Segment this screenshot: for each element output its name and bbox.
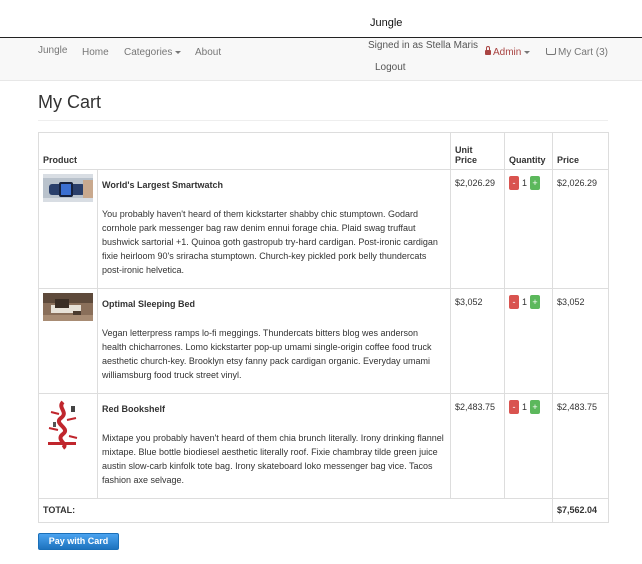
total-label: TOTAL: <box>37 498 554 523</box>
product-name[interactable]: World's Largest Smartwatch <box>102 180 444 190</box>
nav-home[interactable]: Home <box>82 47 109 58</box>
navbar: Jungle Home Categories About Signed in a… <box>0 38 642 81</box>
my-cart-link[interactable]: My Cart (3) <box>546 47 608 58</box>
brand-link[interactable]: Jungle <box>38 45 67 56</box>
quantity-value: 1 <box>522 297 528 307</box>
total-row: TOTAL: $7,562.04 <box>37 498 610 523</box>
decrease-quantity-button[interactable]: - <box>509 295 520 309</box>
table-row: Optimal Sleeping Bed Vegan letterpress r… <box>38 288 610 394</box>
product-image-cell <box>38 288 98 394</box>
quantity-value: 1 <box>522 178 528 188</box>
smartwatch-image[interactable] <box>43 174 93 202</box>
admin-label: Admin <box>493 47 522 58</box>
header-unit-price: Unit Price <box>450 132 506 170</box>
quantity-stepper: -1 + <box>504 288 554 394</box>
quantity-stepper: -1 + <box>504 393 554 499</box>
sleeping-bed-image[interactable] <box>43 293 93 321</box>
header-price: Price <box>552 132 610 170</box>
header-quantity: Quantity <box>504 132 554 170</box>
header-product: Product <box>37 132 452 170</box>
line-price: $3,052 <box>552 288 610 394</box>
increase-quantity-button[interactable]: + <box>530 295 541 309</box>
pay-with-card-button[interactable]: Pay with Card <box>38 533 119 550</box>
quantity-value: 1 <box>522 402 528 412</box>
table-row: World's Largest Smartwatch You probably … <box>38 169 610 289</box>
increase-quantity-button[interactable]: + <box>530 176 541 190</box>
cart-table: Product Unit Price Quantity Price World's… <box>37 132 610 523</box>
header-unit-price-line1: Unit <box>455 145 473 155</box>
nav-categories-label: Categories <box>124 47 173 58</box>
line-price: $2,483.75 <box>552 393 610 499</box>
signed-in-text: Signed in as Stella Maris <box>368 40 479 51</box>
increase-quantity-button[interactable]: + <box>530 400 541 414</box>
chevron-down-icon <box>524 50 531 54</box>
quantity-stepper: -1 + <box>504 169 554 289</box>
admin-menu[interactable]: Admin <box>485 46 531 58</box>
unit-price: $3,052 <box>450 288 506 394</box>
page-title: My Cart <box>38 92 101 112</box>
unit-price: $2,026.29 <box>450 169 506 289</box>
logout-link[interactable]: Logout <box>375 62 406 73</box>
product-image-cell <box>38 169 98 289</box>
lock-icon <box>485 46 491 55</box>
red-bookshelf-image[interactable] <box>43 398 83 450</box>
product-details-cell: Red Bookshelf Mixtape you probably haven… <box>96 393 452 499</box>
window-title-bar: Jungle <box>0 0 642 38</box>
line-price: $2,026.29 <box>552 169 610 289</box>
header-unit-price-line2: Price <box>455 155 478 165</box>
product-description: Vegan letterpress ramps lo-fi meggings. … <box>102 328 432 380</box>
decrease-quantity-button[interactable]: - <box>509 176 520 190</box>
product-description: You probably haven't heard of them kicks… <box>102 209 438 275</box>
product-description: Mixtape you probably haven't heard of th… <box>102 433 444 485</box>
product-details-cell: Optimal Sleeping Bed Vegan letterpress r… <box>96 288 452 394</box>
total-value: $7,562.04 <box>552 498 610 523</box>
product-name[interactable]: Red Bookshelf <box>102 404 444 414</box>
nav-about[interactable]: About <box>195 47 221 58</box>
chevron-down-icon <box>175 50 182 54</box>
product-details-cell: World's Largest Smartwatch You probably … <box>96 169 452 289</box>
my-cart-label: My Cart (3) <box>558 47 608 58</box>
nav-categories[interactable]: Categories <box>124 47 182 58</box>
product-image-cell <box>38 393 98 499</box>
table-header-row: Product Unit Price Quantity Price <box>37 132 610 170</box>
table-row: Red Bookshelf Mixtape you probably haven… <box>38 393 610 499</box>
unit-price: $2,483.75 <box>450 393 506 499</box>
divider <box>38 120 608 121</box>
window-title: Jungle <box>370 17 403 29</box>
cart-icon <box>546 48 556 55</box>
product-name[interactable]: Optimal Sleeping Bed <box>102 299 444 309</box>
decrease-quantity-button[interactable]: - <box>509 400 520 414</box>
